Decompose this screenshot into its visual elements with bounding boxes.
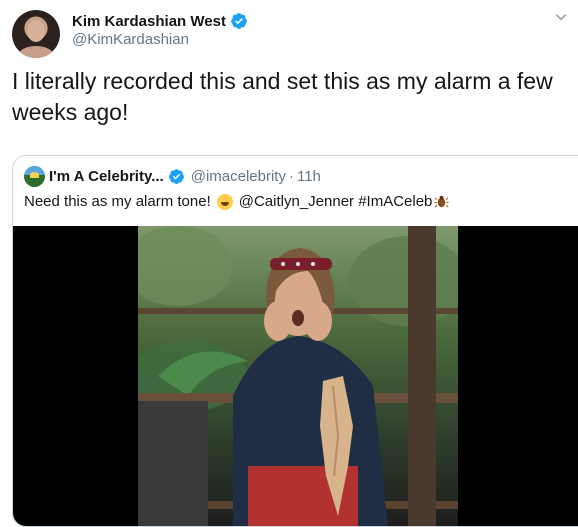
separator-dot: · <box>288 167 294 185</box>
avatar-sun <box>30 171 39 178</box>
quoted-tweet-text: Need this as my alarm tone! @Caitlyn_Jen… <box>24 193 449 210</box>
verified-badge-icon <box>231 13 247 29</box>
quoted-handle[interactable]: @imacelebrity <box>191 168 286 185</box>
author-avatar[interactable] <box>12 10 60 58</box>
quoted-timestamp[interactable]: 11h <box>297 168 321 185</box>
video-thumbnail <box>138 226 458 526</box>
author-handle[interactable]: @KimKardashian <box>72 31 189 48</box>
avatar-shoulders <box>18 46 54 58</box>
quoted-author-avatar[interactable] <box>24 165 45 187</box>
grinning-sweat-emoji-icon <box>216 193 233 210</box>
bug-emoji-icon <box>434 195 449 208</box>
tweet-text: I literally recorded this and set this a… <box>12 68 553 125</box>
quoted-tweet-header: I'm A Celebrity... @imacelebrity · 11h <box>24 165 321 187</box>
quoted-display-name[interactable]: I'm A Celebrity... <box>49 168 164 185</box>
author-name-row[interactable]: Kim Kardashian West <box>72 11 248 31</box>
author-display-name[interactable]: Kim Kardashian West <box>72 13 226 30</box>
video-player[interactable] <box>13 226 578 526</box>
verified-badge-icon <box>168 168 184 184</box>
quoted-tweet-card[interactable]: I'm A Celebrity... @imacelebrity · 11h N… <box>12 155 578 527</box>
avatar-face <box>27 20 45 42</box>
chevron-down-icon[interactable] <box>552 8 570 26</box>
quoted-text-part-2[interactable]: @Caitlyn_Jenner #ImACeleb <box>239 193 433 210</box>
quoted-text-part-1: Need this as my alarm tone! <box>24 193 211 210</box>
